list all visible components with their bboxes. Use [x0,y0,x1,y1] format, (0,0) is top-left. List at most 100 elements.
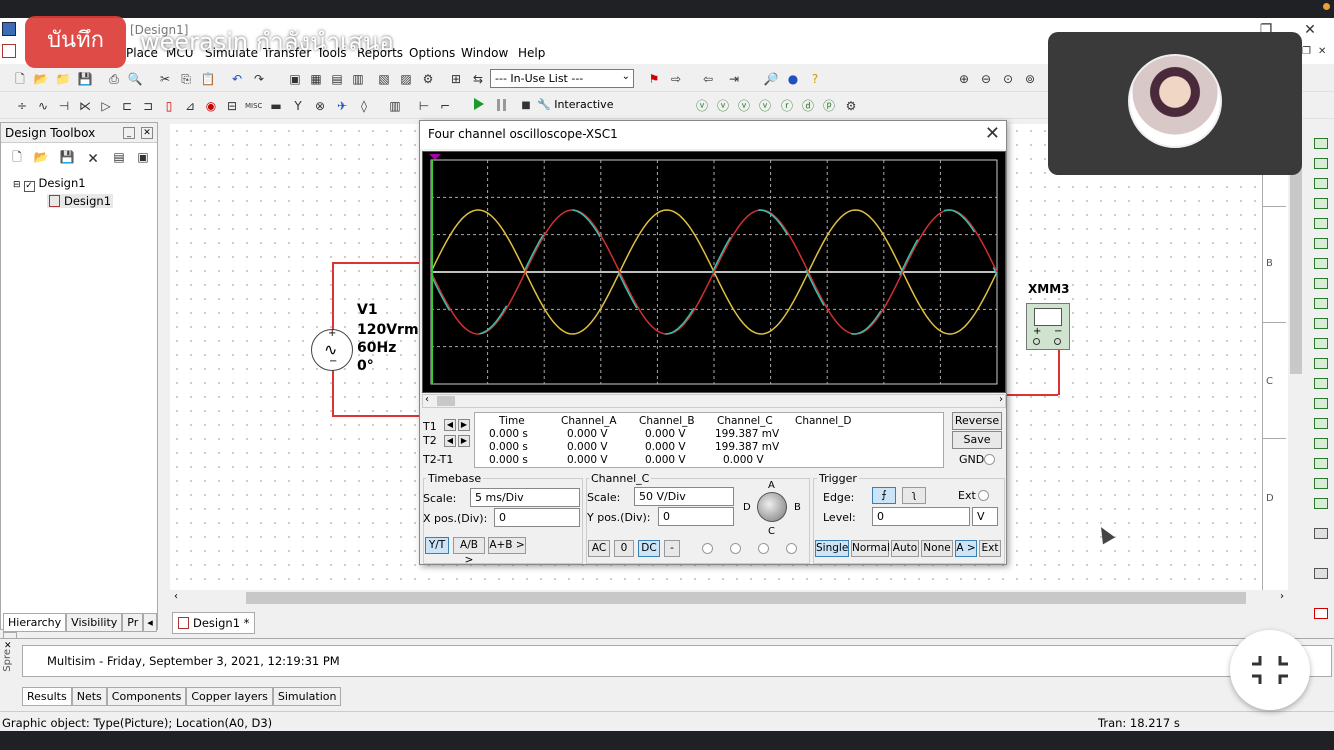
timebase-scale-field[interactable]: 5 ms/Div [470,488,580,507]
connector-icon[interactable]: ◊ [356,98,372,114]
paste-icon[interactable]: 📋 [200,71,216,87]
document-icon[interactable] [2,44,16,58]
fullscreen-icon[interactable]: ▣ [287,71,303,87]
probe-voltage-icon[interactable]: ⓥ [694,98,710,114]
bus-icon[interactable]: ⌐ [437,98,453,114]
wire[interactable] [1058,345,1060,395]
grid-icon[interactable]: ▦ [308,71,324,87]
menu-options[interactable]: Options [409,46,455,60]
advanced-peripherals-icon[interactable]: ▬ [268,98,284,114]
run-simulation-icon[interactable] [474,98,484,110]
distortion-analyzer-icon[interactable] [1314,358,1328,369]
wire[interactable] [332,370,334,416]
redo-icon[interactable]: ↷ [251,71,267,87]
vertical-scrollbar[interactable] [1288,124,1304,592]
mixed-icon[interactable]: ⊿ [182,98,198,114]
ab-mode-button[interactable]: A/B > [453,537,485,566]
ext-trigger-button[interactable]: Ext [979,540,1001,557]
wire[interactable] [332,262,422,264]
analog-icon[interactable]: ▷ [98,98,114,114]
channel-b-radio[interactable] [730,543,741,554]
xpos-field[interactable]: 0 [494,508,580,527]
mdi-restore-icon[interactable]: ❐ [1302,46,1311,57]
zoom-in-icon[interactable]: ⊕ [956,71,972,87]
t2-left-arrow-icon[interactable]: ◀ [444,435,456,447]
copy-icon[interactable]: ⎘ [178,71,194,87]
open-folder-icon[interactable]: 📁 [55,71,71,87]
mcu-icon[interactable]: ▥ [387,98,403,114]
measurement-probe-icon[interactable] [1314,498,1328,509]
source-a-trigger-button[interactable]: A > [955,540,977,557]
presenter-camera-tile[interactable] [1048,32,1302,175]
close-icon[interactable]: ✕ [985,123,1000,144]
channel-selector-knob[interactable] [757,492,787,522]
network-analyzer-icon[interactable] [1314,398,1328,409]
t2-right-arrow-icon[interactable]: ▶ [458,435,470,447]
toolbox-save-icon[interactable]: 💾 [59,149,75,165]
tab-nets[interactable]: Nets [71,687,107,706]
level-field[interactable]: 0 [872,507,970,526]
source-icon[interactable]: ÷ [14,98,30,114]
probe-current-icon[interactable]: ⓥ [715,98,731,114]
zero-coupling-button[interactable]: 0 [614,540,634,557]
agilent-multimeter-icon[interactable] [1314,438,1328,449]
current-probe-icon[interactable] [1314,568,1328,579]
probe-ref-icon[interactable]: ⓡ [779,98,795,114]
find-icon[interactable]: 🔎 [763,71,779,87]
misc-icon[interactable]: MISC [245,98,262,114]
transfer-icon[interactable]: ⇥ [726,71,742,87]
toolbox-delete-icon[interactable]: ▤ [111,149,127,165]
scroll-right-icon[interactable]: › [999,394,1003,405]
agilent-generator-icon[interactable] [1314,418,1328,429]
rising-edge-icon[interactable]: ⨍ [872,487,896,504]
terminal-icon[interactable] [1054,338,1061,345]
frequency-counter-icon[interactable] [1314,258,1328,269]
probe-diff-icon[interactable]: ⓥ [757,98,773,114]
logic-analyzer-icon[interactable] [1314,318,1328,329]
wizard-icon[interactable]: ⚙ [420,71,436,87]
tab-design1[interactable]: Design1 * [172,612,256,634]
oscilloscope-icon[interactable] [1314,198,1328,209]
channel-c-radio[interactable] [758,543,769,554]
probe-power-icon[interactable]: ⓥ [736,98,752,114]
menu-help[interactable]: Help [518,46,545,60]
horizontal-scroll-thumb[interactable] [246,592,1246,604]
bode-plotter-icon[interactable] [1314,238,1328,249]
cut-icon[interactable]: ✂ [157,71,173,87]
undo-icon[interactable]: ↶ [229,71,245,87]
dc-coupling-button[interactable]: DC [638,540,660,557]
channel-scale-field[interactable]: 50 V/Div [634,487,734,506]
probe-icon[interactable] [1314,608,1328,619]
function-generator-icon[interactable] [1314,158,1328,169]
gnd-radio[interactable] [984,454,995,465]
scroll-left-icon[interactable]: ◂ [143,613,157,632]
scroll-left-icon[interactable]: ‹ [425,394,429,405]
collapse-icon[interactable]: ⊟ [13,180,21,190]
tab-simulation[interactable]: Simulation [272,687,342,706]
iv-analyzer-icon[interactable] [1314,338,1328,349]
hierarchical-block-icon[interactable]: ⊢ [416,98,432,114]
multimeter-component[interactable]: + − [1026,303,1070,350]
open-icon[interactable]: 📂 [33,71,49,87]
probe-gear-icon[interactable]: ⚙ [843,98,859,114]
menu-window[interactable]: Window [461,46,508,60]
zoom-out-icon[interactable]: ⊖ [978,71,994,87]
spreadsheet-icon[interactable]: ▥ [350,71,366,87]
database-icon[interactable]: ▧ [376,71,392,87]
forward-annotate-icon[interactable]: ⇦ [700,71,716,87]
a-plus-b-mode-button[interactable]: A+B > [488,537,526,554]
power-icon[interactable]: ⊟ [224,98,240,114]
erc-icon[interactable]: ⚑ [646,71,662,87]
ni-components-icon[interactable]: ✈ [334,98,350,114]
minus-coupling-button[interactable]: - [664,540,680,557]
back-annotate-icon[interactable]: ⇨ [668,71,684,87]
close-icon[interactable]: ✕ [141,127,153,139]
transistor-icon[interactable]: ⋉ [77,98,93,114]
falling-edge-icon[interactable]: ʅ [902,487,926,504]
zoom-fit-icon[interactable]: ⊚ [1022,71,1038,87]
hierarchy-icon[interactable]: ⊞ [448,71,464,87]
t1-left-arrow-icon[interactable]: ◀ [444,419,456,431]
checkbox-icon[interactable]: ✓ [23,181,35,192]
toolbox-new-icon[interactable]: 🗋 [9,149,25,165]
ext-radio[interactable] [978,490,989,501]
